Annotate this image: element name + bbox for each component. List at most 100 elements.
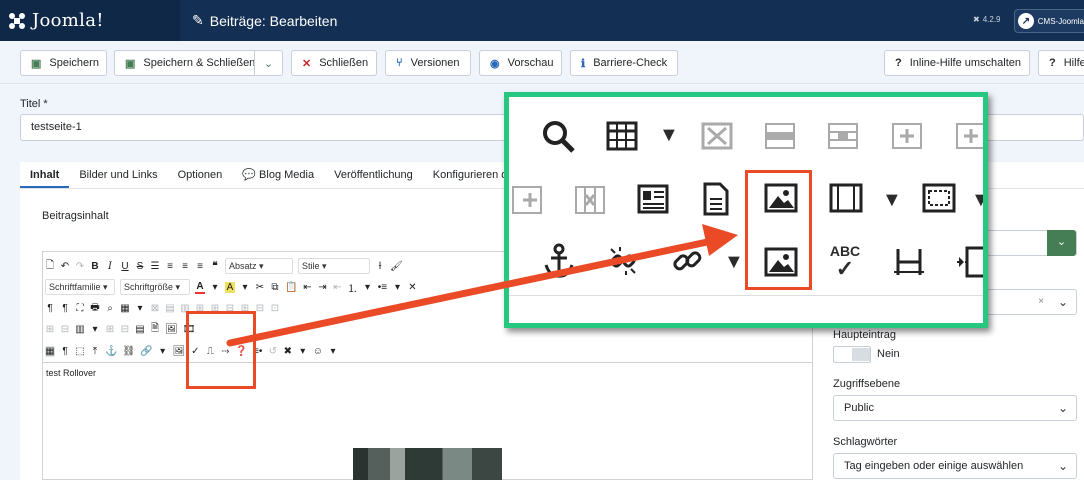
access-select[interactable]: Public ⌄ bbox=[833, 395, 1077, 421]
chevron-down-icon: ⌄ bbox=[1057, 295, 1068, 309]
delete-column-icon[interactable]: ⊟ bbox=[120, 324, 130, 335]
editor-content-text[interactable]: test Rollover bbox=[46, 368, 96, 378]
print-icon[interactable]: 🖶 bbox=[90, 300, 100, 317]
version-info: ✖ 4.2.9 bbox=[973, 15, 1001, 24]
highlight-color-icon[interactable]: A bbox=[225, 281, 235, 293]
clear-format-icon[interactable]: Ɨ bbox=[375, 261, 385, 272]
bullet-list-icon[interactable]: •≡ bbox=[377, 282, 387, 293]
style-select[interactable]: Stile ▾ bbox=[298, 258, 370, 274]
copy-icon[interactable]: ⧉ bbox=[270, 282, 280, 293]
redo-icon[interactable]: ↷ bbox=[75, 261, 85, 272]
close-button[interactable]: ✕ Schließen bbox=[291, 50, 377, 76]
tab-content[interactable]: Inhalt bbox=[20, 162, 70, 188]
site-button[interactable]: ↗ CMS-Joomla bbox=[1014, 9, 1084, 33]
toggle-knob bbox=[852, 348, 870, 361]
image-rollover-icon[interactable]: 🖼 bbox=[173, 346, 186, 357]
visual-aid-icon[interactable]: ⬚ bbox=[75, 346, 85, 357]
clear-icon[interactable]: × bbox=[1038, 290, 1044, 314]
emoji-icon[interactable]: ☺ bbox=[313, 346, 323, 357]
align-center-icon[interactable]: ≡ bbox=[165, 261, 175, 272]
help-button[interactable]: ? Hilfe bbox=[1038, 50, 1084, 76]
insert-column-icon bbox=[512, 186, 542, 214]
remove-icon[interactable]: ✕ bbox=[407, 282, 417, 293]
table-row-icon bbox=[765, 123, 795, 149]
action-toolbar: ▣ Speichern ▣ Speichern & Schließen ⌄ ✕ … bbox=[0, 41, 1084, 84]
document-icon[interactable]: 🗎 bbox=[150, 321, 160, 338]
paragraph-icon[interactable]: ¶ bbox=[45, 303, 55, 314]
dropdown-arrow-icon: ▼ bbox=[724, 251, 744, 273]
title-label: Titel * bbox=[20, 98, 48, 110]
table-row-icon[interactable]: ▤ bbox=[165, 303, 175, 314]
bold-icon[interactable]: B bbox=[90, 261, 100, 272]
access-label: Zugriffsebene bbox=[833, 378, 901, 390]
paragraph-rtl-icon[interactable]: ¶ bbox=[60, 303, 70, 314]
align-right-icon[interactable]: ≡ bbox=[195, 261, 205, 272]
format-select[interactable]: Absatz ▾ bbox=[225, 258, 293, 274]
indent-icon[interactable]: ⇥ bbox=[317, 282, 327, 293]
delete-table-icon[interactable]: ⊠ bbox=[150, 303, 160, 314]
outdent-icon[interactable]: ⇤ bbox=[302, 282, 312, 293]
numbered-list-icon[interactable]: ⒈ bbox=[347, 280, 357, 295]
logo-text: Joomla! bbox=[32, 10, 104, 31]
cut-icon[interactable]: ✂ bbox=[255, 282, 265, 293]
align-justify-icon[interactable]: ☰ bbox=[150, 261, 160, 272]
paste-icon[interactable]: 📋 bbox=[285, 282, 297, 293]
tab-publishing[interactable]: Veröffentlichung bbox=[324, 162, 423, 188]
underline-icon[interactable]: U bbox=[120, 261, 130, 272]
logo-area[interactable]: Joomla! bbox=[0, 0, 180, 41]
blockquote-icon[interactable]: ❝ bbox=[210, 261, 220, 272]
featured-label: Haupteintrag bbox=[833, 329, 896, 341]
question-icon: ? bbox=[895, 57, 902, 69]
font-family-select[interactable]: Schriftfamilie ▾ bbox=[45, 279, 115, 295]
featured-toggle[interactable] bbox=[833, 346, 871, 363]
table-grid-icon[interactable]: ▦ bbox=[45, 345, 55, 357]
italic-icon[interactable]: I bbox=[105, 261, 115, 272]
inline-help-button[interactable]: ? Inline-Hilfe umschalten bbox=[884, 50, 1030, 76]
align-left-icon[interactable]: ≡ bbox=[180, 261, 190, 272]
pencil-icon: ✎ bbox=[192, 12, 204, 28]
link-icon[interactable]: 🔗 bbox=[140, 346, 152, 357]
top-bar: Joomla! ✎ Beiträge: Bearbeiten ✖ 4.2.9 ↗… bbox=[0, 0, 1084, 41]
delete-column-icon[interactable]: ⊟ bbox=[255, 303, 265, 314]
merge-cells-icon[interactable]: ⊞ bbox=[45, 324, 55, 335]
search-icon[interactable]: ⌕ bbox=[105, 303, 115, 314]
show-blocks-icon[interactable]: ¶ bbox=[60, 346, 70, 357]
strikethrough-icon[interactable]: S bbox=[135, 261, 145, 272]
article-text-label: Beitragsinhalt bbox=[42, 210, 109, 222]
save-icon: ▣ bbox=[31, 57, 42, 70]
undo-icon[interactable]: ↶ bbox=[60, 261, 70, 272]
paint-format-icon[interactable]: 🖌 bbox=[390, 261, 403, 272]
history-icon[interactable]: ↺ bbox=[268, 346, 278, 357]
save-icon: ▣ bbox=[125, 57, 136, 70]
save-close-button[interactable]: ▣ Speichern & Schließen bbox=[114, 50, 255, 76]
branch-icon: ⑂ bbox=[396, 57, 403, 69]
versions-button[interactable]: ⑂ Versionen bbox=[385, 50, 471, 76]
fullscreen-icon[interactable]: ⛶ bbox=[75, 303, 85, 314]
table-icon[interactable]: ▦ bbox=[120, 303, 130, 314]
new-document-icon[interactable]: 🗋 bbox=[45, 258, 55, 275]
chevron-down-icon: ⌄ bbox=[263, 57, 274, 70]
columns-icon[interactable]: ▥ bbox=[75, 324, 85, 335]
save-dropdown-button[interactable]: ⌄ bbox=[254, 50, 283, 76]
font-size-select[interactable]: Schriftgröße ▾ bbox=[120, 279, 190, 295]
contact-card-icon[interactable]: ▤ bbox=[135, 324, 145, 335]
image-icon[interactable]: 🖼 bbox=[165, 324, 178, 335]
text-color-icon[interactable]: A bbox=[195, 281, 205, 294]
insert-column-icon[interactable]: ⊞ bbox=[105, 324, 115, 335]
preview-button[interactable]: ◉ Vorschau bbox=[479, 50, 562, 76]
tab-images-links[interactable]: Bilder und Links bbox=[69, 162, 167, 188]
upload-icon[interactable]: ⤒ bbox=[90, 346, 100, 357]
cut-row-icon[interactable]: ⊡ bbox=[270, 303, 280, 314]
tab-blog-media[interactable]: 💬 Blog Media bbox=[232, 162, 324, 188]
joomla-extension-icon[interactable]: ✖ bbox=[283, 346, 293, 357]
unlink-icon[interactable]: ⛓ bbox=[122, 346, 135, 357]
split-cells-icon[interactable]: ⊟ bbox=[60, 324, 70, 335]
accessibility-check-button[interactable]: ℹ Barriere-Check bbox=[570, 50, 678, 76]
tab-options[interactable]: Optionen bbox=[168, 162, 233, 188]
decrease-indent-icon[interactable]: ⇤ bbox=[332, 282, 342, 293]
anchor-icon[interactable]: ⚓ bbox=[105, 346, 117, 357]
page-title: ✎ Beiträge: Bearbeiten bbox=[192, 12, 337, 29]
tags-select[interactable]: Tag eingeben oder einige auswählen ⌄ bbox=[833, 453, 1077, 479]
save-button[interactable]: ▣ Speichern bbox=[20, 50, 107, 76]
site-button-label: CMS-Joomla bbox=[1037, 16, 1084, 26]
